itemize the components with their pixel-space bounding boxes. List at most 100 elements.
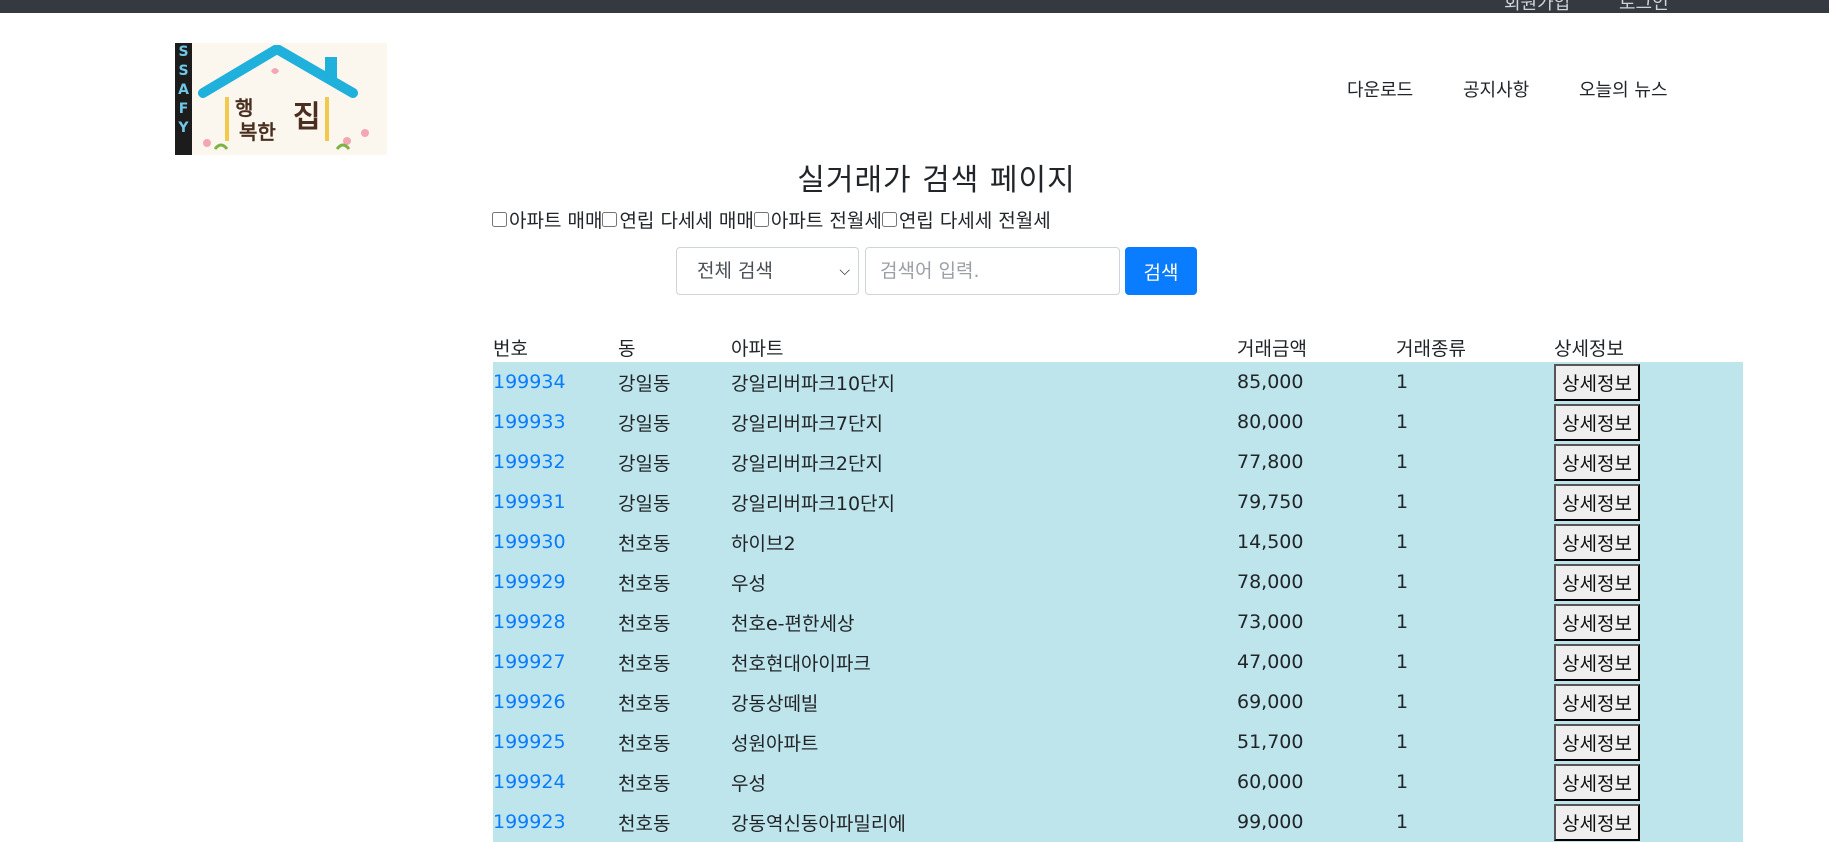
nav-notice[interactable]: 공지사항: [1463, 76, 1529, 102]
table-row: 199923 천호동 강동역신동아파밀리에 99,000 1 상세정보: [493, 802, 1743, 842]
table-row: 199927 천호동 천호현대아이파크 47,000 1 상세정보: [493, 642, 1743, 682]
filter-checkbox[interactable]: [753, 212, 769, 227]
row-number-link[interactable]: 199930: [493, 522, 618, 562]
signup-link[interactable]: 회원가입: [1504, 0, 1570, 13]
row-dong: 강일동: [618, 442, 731, 482]
filter-checkbox[interactable]: [492, 212, 507, 227]
filter-apt-rent[interactable]: 아파트 전월세: [753, 206, 882, 233]
svg-text:행: 행: [235, 96, 253, 120]
row-number-link[interactable]: 199928: [493, 602, 618, 642]
row-dong: 천호동: [618, 722, 731, 762]
header-deal-type: 거래종류: [1396, 337, 1466, 360]
nav-news[interactable]: 오늘의 뉴스: [1579, 76, 1668, 102]
row-dong: 강일동: [618, 402, 731, 442]
filter-label: 아파트 전월세: [770, 210, 882, 232]
detail-button[interactable]: 상세정보: [1554, 563, 1640, 601]
row-number-link[interactable]: 199931: [493, 482, 618, 522]
table-row: 199931 강일동 강일리버파크10단지 79,750 1 상세정보: [493, 482, 1743, 522]
row-price: 99,000: [1237, 802, 1396, 842]
row-apartment: 천호현대아이파크: [731, 642, 1237, 682]
row-number-link[interactable]: 199926: [493, 682, 618, 722]
row-detail-cell: 상세정보: [1554, 562, 1743, 602]
row-apartment: 천호e-편한세상: [731, 602, 1237, 642]
detail-button[interactable]: 상세정보: [1554, 803, 1640, 841]
row-detail-cell: 상세정보: [1554, 522, 1743, 562]
table-row: 199930 천호동 하이브2 14,500 1 상세정보: [493, 522, 1743, 562]
row-deal-type: 1: [1396, 402, 1554, 442]
row-apartment: 하이브2: [731, 522, 1237, 562]
row-number-link[interactable]: 199934: [493, 362, 618, 402]
row-detail-cell: 상세정보: [1554, 682, 1743, 722]
row-number-link[interactable]: 199927: [493, 642, 618, 682]
row-apartment: 우성: [731, 562, 1237, 602]
row-detail-cell: 상세정보: [1554, 602, 1743, 642]
detail-button[interactable]: 상세정보: [1554, 683, 1640, 721]
search-button[interactable]: 검색: [1125, 247, 1197, 295]
row-dong: 천호동: [618, 562, 731, 602]
header-number: 번호: [493, 337, 528, 360]
detail-button[interactable]: 상세정보: [1554, 443, 1640, 481]
row-deal-type: 1: [1396, 762, 1554, 802]
site-logo[interactable]: S S A F Y 행 복한 집: [175, 43, 387, 155]
row-dong: 강일동: [618, 482, 731, 522]
filter-apt-sale[interactable]: 아파트 매매: [492, 206, 602, 233]
search-input[interactable]: [865, 247, 1120, 295]
detail-button[interactable]: 상세정보: [1554, 723, 1640, 761]
chevron-down-icon: ⌵: [839, 263, 850, 279]
row-number-link[interactable]: 199929: [493, 562, 618, 602]
logo-letter: S: [178, 44, 189, 60]
row-apartment: 강일리버파크7단지: [731, 402, 1237, 442]
filter-label: 연립 다세세 전월세: [898, 210, 1051, 232]
search-type-select[interactable]: 전체 검색 ⌵: [676, 247, 859, 295]
table-row: 199928 천호동 천호e-편한세상 73,000 1 상세정보: [493, 602, 1743, 642]
row-detail-cell: 상세정보: [1554, 642, 1743, 682]
row-price: 77,800: [1237, 442, 1396, 482]
detail-button[interactable]: 상세정보: [1554, 403, 1640, 441]
row-number-link[interactable]: 199925: [493, 722, 618, 762]
filter-villa-rent[interactable]: 연립 다세세 전월세: [881, 206, 1051, 233]
logo-letter: S: [178, 63, 189, 79]
row-price: 73,000: [1237, 602, 1396, 642]
detail-button[interactable]: 상세정보: [1554, 763, 1640, 801]
row-price: 78,000: [1237, 562, 1396, 602]
login-link[interactable]: 로그인: [1619, 0, 1669, 13]
row-deal-type: 1: [1396, 362, 1554, 402]
row-number-link[interactable]: 199933: [493, 402, 618, 442]
header-price: 거래금액: [1237, 337, 1307, 360]
row-deal-type: 1: [1396, 522, 1554, 562]
table-row: 199934 강일동 강일리버파크10단지 85,000 1 상세정보: [493, 362, 1743, 402]
row-detail-cell: 상세정보: [1554, 402, 1743, 442]
row-price: 51,700: [1237, 722, 1396, 762]
detail-button[interactable]: 상세정보: [1554, 523, 1640, 561]
row-dong: 천호동: [618, 602, 731, 642]
table-row: 199933 강일동 강일리버파크7단지 80,000 1 상세정보: [493, 402, 1743, 442]
row-deal-type: 1: [1396, 602, 1554, 642]
filter-villa-sale[interactable]: 연립 다세세 매매: [602, 206, 754, 233]
row-price: 69,000: [1237, 682, 1396, 722]
deal-type-filters: 아파트 매매 연립 다세세 매매 아파트 전월세 연립 다세세 전월세: [492, 206, 1051, 233]
detail-button[interactable]: 상세정보: [1554, 483, 1640, 521]
detail-button[interactable]: 상세정보: [1554, 363, 1640, 401]
filter-checkbox[interactable]: [881, 212, 897, 227]
row-price: 14,500: [1237, 522, 1396, 562]
row-dong: 천호동: [618, 682, 731, 722]
row-number-link[interactable]: 199932: [493, 442, 618, 482]
detail-button[interactable]: 상세정보: [1554, 603, 1640, 641]
row-apartment: 강동상떼빌: [731, 682, 1237, 722]
row-detail-cell: 상세정보: [1554, 482, 1743, 522]
row-number-link[interactable]: 199924: [493, 762, 618, 802]
filter-label: 아파트 매매: [509, 210, 603, 232]
row-number-link[interactable]: 199923: [493, 802, 618, 842]
row-deal-type: 1: [1396, 682, 1554, 722]
filter-checkbox[interactable]: [602, 212, 618, 227]
row-price: 47,000: [1237, 642, 1396, 682]
row-price: 60,000: [1237, 762, 1396, 802]
row-deal-type: 1: [1396, 802, 1554, 842]
row-deal-type: 1: [1396, 442, 1554, 482]
row-dong: 천호동: [618, 642, 731, 682]
detail-button[interactable]: 상세정보: [1554, 643, 1640, 681]
nav-download[interactable]: 다운로드: [1347, 76, 1413, 102]
row-detail-cell: 상세정보: [1554, 762, 1743, 802]
row-apartment: 강동역신동아파밀리에: [731, 802, 1237, 842]
row-dong: 천호동: [618, 762, 731, 802]
